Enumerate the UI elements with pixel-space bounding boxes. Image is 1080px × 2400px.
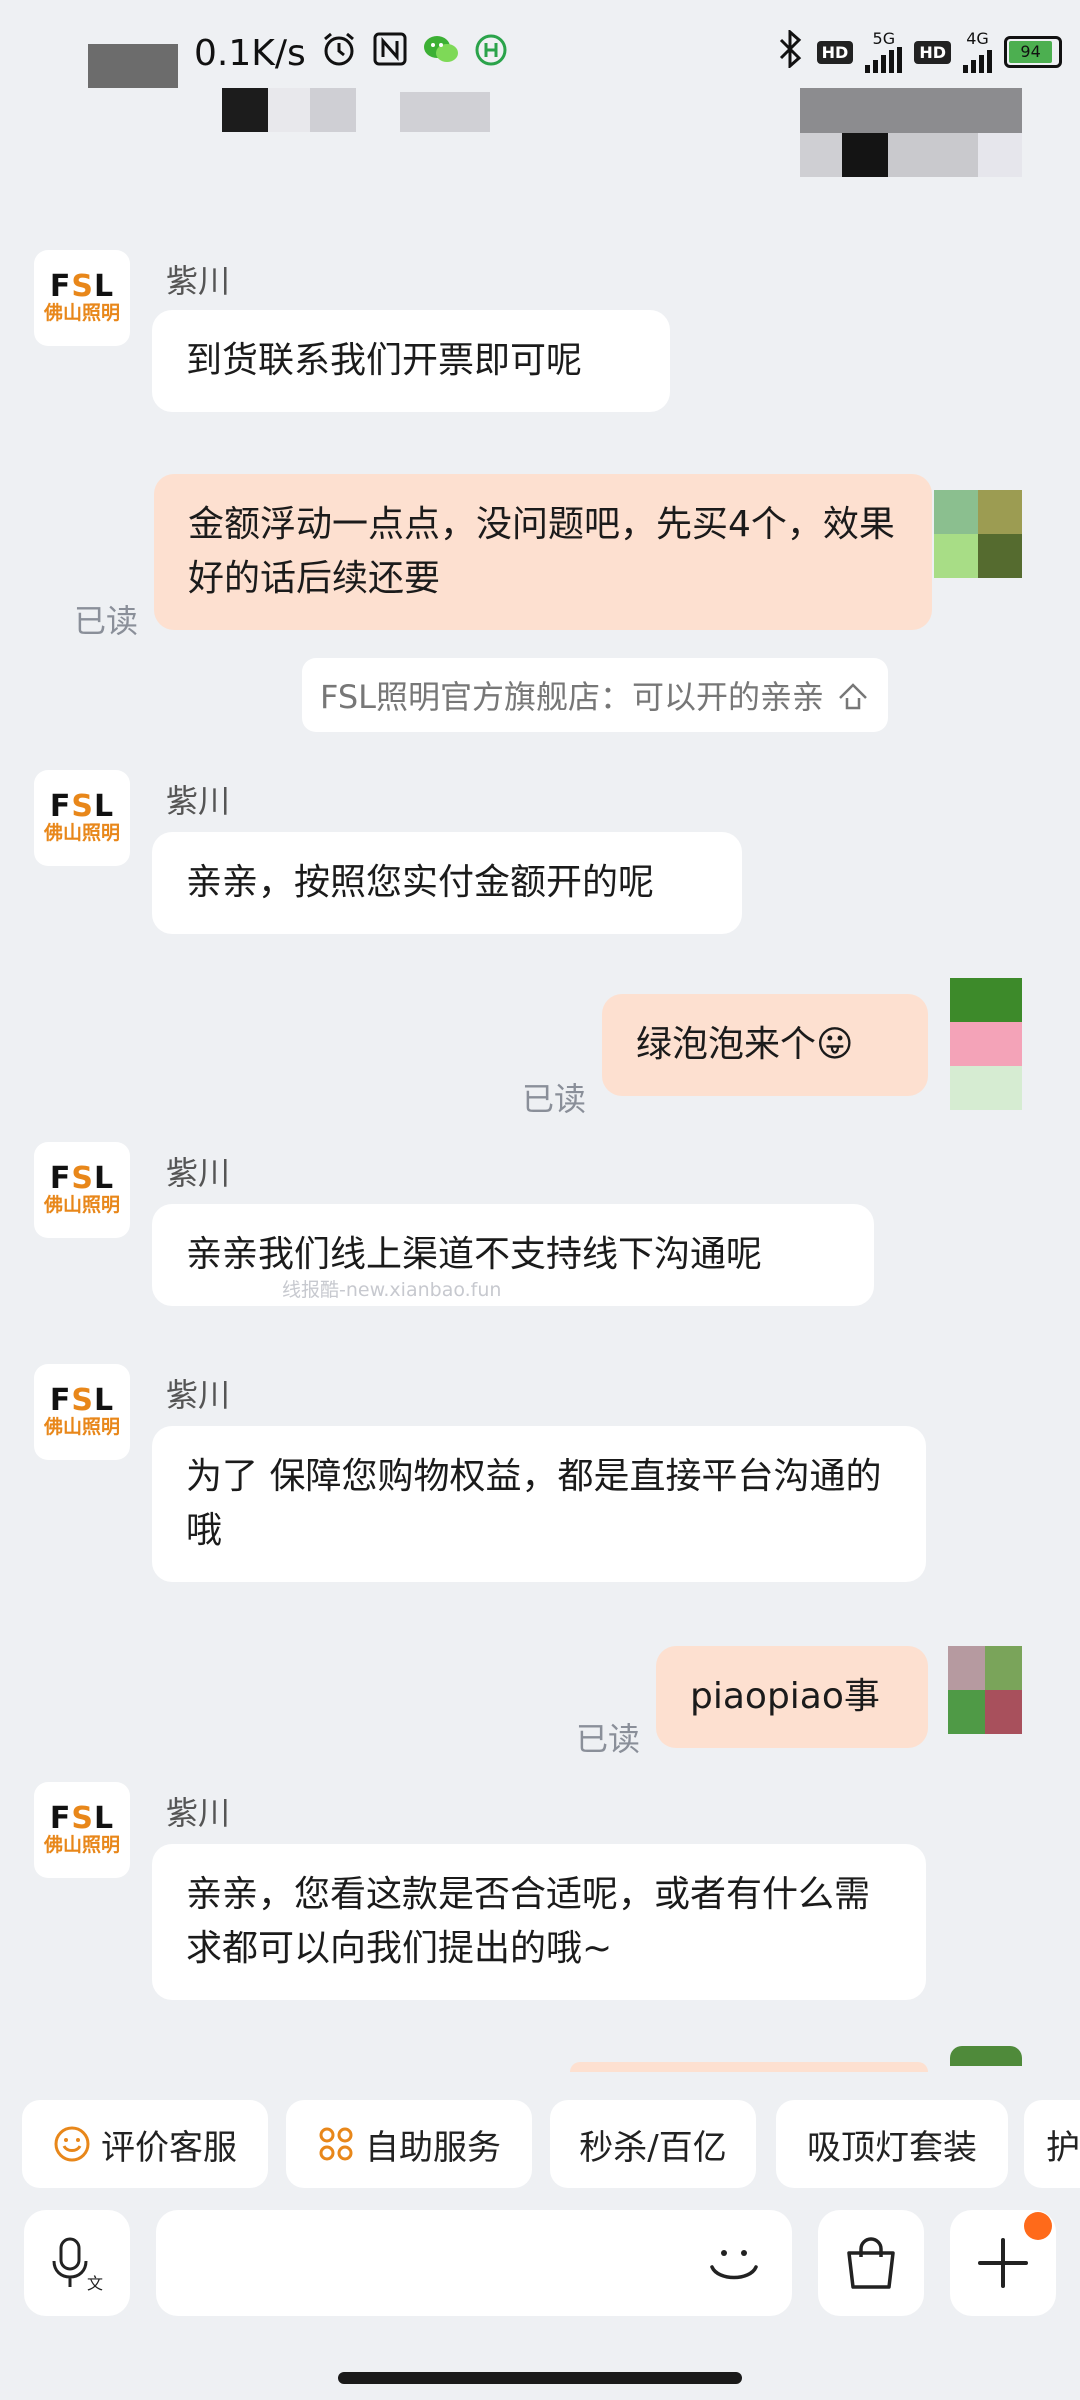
notification-dot xyxy=(1024,2212,1052,2240)
message-input-field[interactable] xyxy=(156,2210,792,2316)
quick-reply-rate-service[interactable]: 评价客服 xyxy=(22,2100,268,2188)
avatar-cn: 佛山照明 xyxy=(43,302,120,324)
quick-reply-bar[interactable]: 评价客服 自助服务 秒杀/百亿 吸顶灯套装 护 xyxy=(0,2100,1080,2190)
svg-text:文: 文 xyxy=(87,2274,103,2293)
message-bubble-outgoing[interactable]: 金额浮动一点点，没问题吧，先买4个，效果好的话后续还要 xyxy=(154,474,932,630)
my-avatar[interactable] xyxy=(934,490,1022,578)
message-bubble-incoming[interactable]: 到货联系我们开票即可呢 xyxy=(152,310,670,412)
my-avatar[interactable] xyxy=(948,1646,1022,1734)
quick-reply-more[interactable]: 护 xyxy=(1024,2100,1080,2188)
avatar-cn: 佛山照明 xyxy=(43,1194,120,1216)
message-bubble-outgoing[interactable]: 绿泡泡来个😛 xyxy=(602,994,928,1096)
avatar-brand: FSL xyxy=(49,1161,115,1196)
voice-input-button[interactable]: 文 xyxy=(24,2210,130,2316)
watermark: 线报酷-new.xianbao.fun xyxy=(282,1279,502,1301)
message-bubble-outgoing[interactable]: piaopiao事 xyxy=(656,1646,928,1748)
home-indicator[interactable] xyxy=(338,2372,742,2384)
read-status: 已读 xyxy=(522,1080,587,1118)
quick-reply-label: 吸顶灯套装 xyxy=(807,2127,977,2168)
message-bubble-incoming[interactable]: 亲亲，您看这款是否合适呢，或者有什么需求都可以向我们提出的哦~ xyxy=(152,1844,926,2000)
avatar[interactable]: FSL 佛山照明 xyxy=(34,1364,130,1460)
quick-reply-label: 评价客服 xyxy=(101,2127,237,2168)
collapse-arrow-icon[interactable] xyxy=(836,678,870,712)
avatar-brand: FSL xyxy=(49,1383,115,1418)
emoji-icon[interactable] xyxy=(704,2233,764,2293)
message-bubble-incoming[interactable]: 亲亲，按照您实付金额开的呢 xyxy=(152,832,742,934)
avatar-cn: 佛山照明 xyxy=(43,1834,120,1856)
quoted-message[interactable]: FSL照明官方旗舰店：可以开的亲亲 xyxy=(302,658,888,732)
shopping-bag-icon xyxy=(847,2237,895,2289)
avatar-brand: FSL xyxy=(49,789,115,824)
my-avatar[interactable] xyxy=(950,978,1022,1110)
avatar[interactable]: FSL 佛山照明 xyxy=(34,770,130,866)
avatar-brand: FSL xyxy=(49,269,115,304)
chat-thread[interactable]: FSL 佛山照明 紫川 到货联系我们开票即可呢 已读 金额浮动一点点，没问题吧，… xyxy=(0,0,1080,2072)
smiley-icon xyxy=(53,2125,91,2163)
microphone-icon: 文 xyxy=(52,2237,103,2293)
avatar-cn: 佛山照明 xyxy=(43,1416,120,1438)
plus-icon xyxy=(978,2238,1028,2288)
read-status: 已读 xyxy=(74,602,139,640)
sender-name: 紫川 xyxy=(166,1154,231,1192)
avatar-brand: FSL xyxy=(49,1801,115,1836)
avatar[interactable]: FSL 佛山照明 xyxy=(34,1782,130,1878)
message-bubble-outgoing-partial[interactable] xyxy=(570,2062,928,2072)
quick-reply-label: 自助服务 xyxy=(365,2127,501,2168)
read-status: 已读 xyxy=(576,1720,641,1758)
quoted-text: FSL照明官方旗舰店：可以开的亲亲 xyxy=(320,678,824,716)
my-avatar-partial[interactable] xyxy=(950,2046,1022,2066)
quick-reply-flash-sale[interactable]: 秒杀/百亿 xyxy=(550,2100,756,2188)
sender-name: 紫川 xyxy=(166,262,231,300)
message-bubble-incoming[interactable]: 亲亲我们线上渠道不支持线下沟通呢 xyxy=(152,1204,874,1306)
input-bar: 文 xyxy=(0,2210,1080,2320)
quick-reply-self-service[interactable]: 自助服务 xyxy=(286,2100,532,2188)
quick-reply-ceiling-light-set[interactable]: 吸顶灯套装 xyxy=(776,2100,1008,2188)
quick-reply-label: 秒杀/百亿 xyxy=(579,2127,727,2168)
avatar[interactable]: FSL 佛山照明 xyxy=(34,250,130,346)
sender-name: 紫川 xyxy=(166,1794,231,1832)
sender-name: 紫川 xyxy=(166,1376,231,1414)
avatar-cn: 佛山照明 xyxy=(43,822,120,844)
avatar[interactable]: FSL 佛山照明 xyxy=(34,1142,130,1238)
quick-reply-label: 护 xyxy=(1046,2127,1080,2168)
apps-grid-icon xyxy=(317,2125,355,2163)
shopping-bag-button[interactable] xyxy=(818,2210,924,2316)
message-bubble-incoming[interactable]: 为了 保障您购物权益，都是直接平台沟通的哦 xyxy=(152,1426,926,1582)
sender-name: 紫川 xyxy=(166,782,231,820)
